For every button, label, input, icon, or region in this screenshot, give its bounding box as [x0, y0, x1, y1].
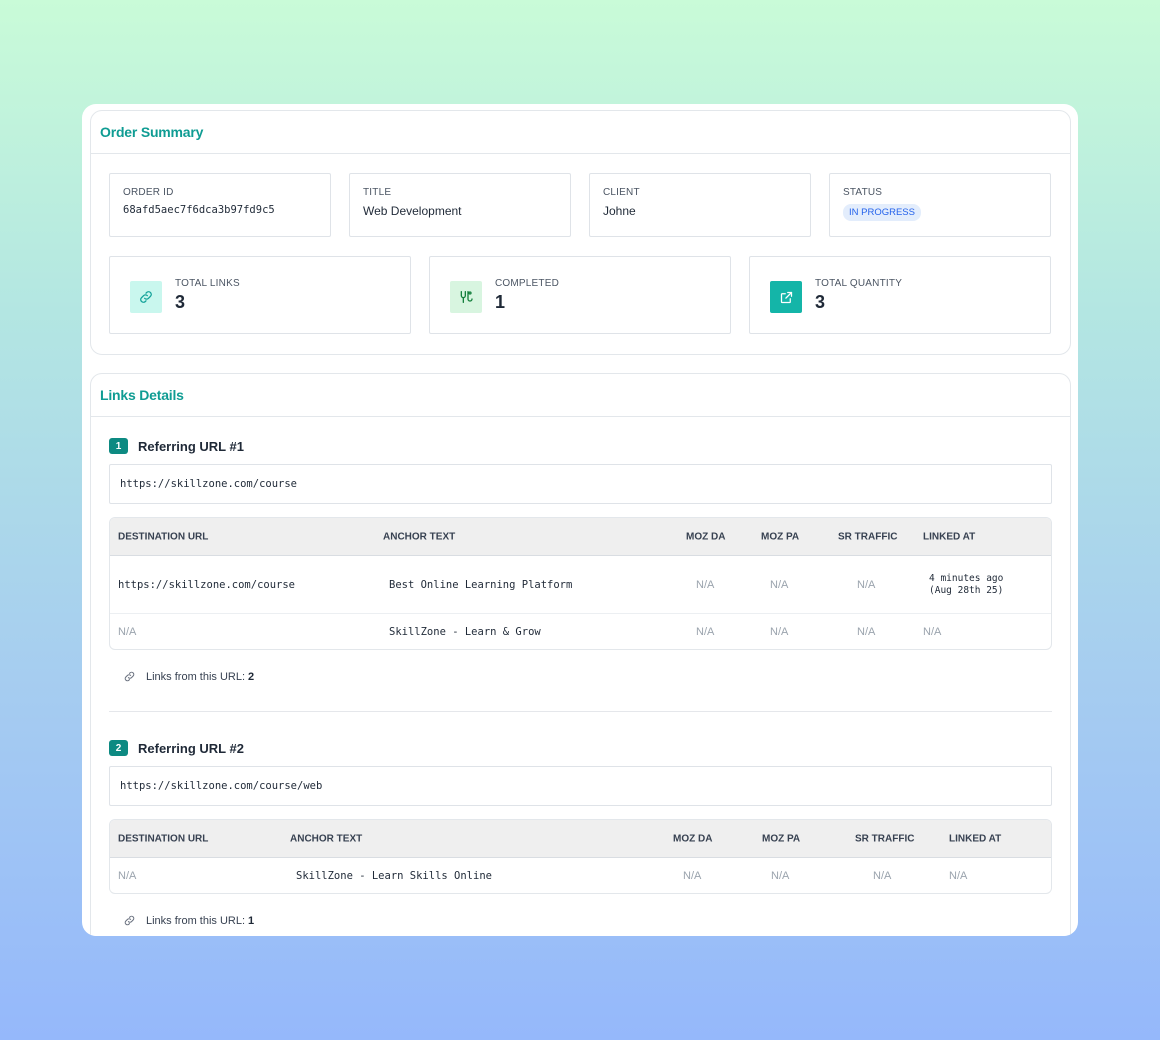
sr-traffic-cell: N/A: [857, 625, 876, 638]
linked-at-cell: 4 minutes ago (Aug 28th 25): [929, 573, 1003, 597]
link-icon: [130, 281, 162, 313]
referring-url-title: Referring URL #2: [138, 740, 244, 756]
referring-number-badge: 2: [109, 740, 128, 756]
col-sr-traffic: SR TRAFFIC: [855, 833, 915, 844]
links-from-count: 1: [248, 914, 255, 927]
col-anchor-text: ANCHOR TEXT: [383, 531, 456, 542]
total-links-label: TOTAL LINKS: [175, 278, 240, 289]
destination-url-cell: N/A: [118, 869, 137, 882]
order-id-label: ORDER ID: [123, 187, 174, 198]
order-page: Order Summary ORDER ID 68afd5aec7f6dca3b…: [82, 104, 1078, 936]
external-link-icon: [770, 281, 802, 313]
client-label: CLIENT: [603, 187, 640, 198]
referring-url-title: Referring URL #1: [138, 438, 244, 454]
title-value: Web Development: [363, 204, 462, 218]
completed-value: 1: [495, 292, 506, 312]
link-icon: [124, 915, 135, 926]
links-from-url: Links from this URL: 1: [123, 914, 254, 927]
anchor-text-cell: SkillZone - Learn Skills Online: [296, 869, 492, 882]
linked-at-cell: N/A: [949, 869, 968, 882]
col-linked-at: LINKED AT: [949, 833, 1002, 844]
links-from-url: Links from this URL: 2: [123, 670, 254, 683]
total-quantity-value: 3: [815, 292, 826, 312]
table-header: DESTINATION URL ANCHOR TEXT MOZ DA MOZ P…: [110, 518, 1051, 556]
title-box: TITLE Web Development: [349, 173, 571, 237]
referring-url-heading: 1 Referring URL #1: [109, 438, 244, 454]
title-label: TITLE: [363, 187, 392, 198]
status-box: STATUS IN PROGRESS: [829, 173, 1051, 237]
referring-url-heading: 2 Referring URL #2: [109, 740, 244, 756]
sr-traffic-cell: N/A: [857, 578, 876, 591]
links-table: DESTINATION URL ANCHOR TEXT MOZ DA MOZ P…: [109, 517, 1052, 650]
status-label: STATUS: [843, 187, 883, 198]
destination-url-cell: N/A: [118, 625, 137, 638]
links-details-header: Links Details: [91, 374, 1070, 417]
links-details-card: Links Details 1 Referring URL #1 https:/…: [90, 373, 1071, 936]
link-icon: [124, 671, 135, 682]
col-moz-pa: MOZ PA: [762, 833, 801, 844]
col-destination-url: DESTINATION URL: [118, 833, 209, 844]
order-id-box: ORDER ID 68afd5aec7f6dca3b97fd9c5: [109, 173, 331, 237]
anchor-text-cell: Best Online Learning Platform: [389, 578, 573, 591]
table-row: https://skillzone.com/course Best Online…: [110, 556, 1051, 614]
order-summary-header: Order Summary: [91, 111, 1070, 154]
anchor-text-cell: SkillZone - Learn & Grow: [389, 625, 541, 638]
status-badge: IN PROGRESS: [843, 204, 921, 221]
total-quantity-label: TOTAL QUANTITY: [815, 278, 903, 289]
col-moz-da: MOZ DA: [673, 833, 713, 844]
moz-pa-cell: N/A: [770, 625, 789, 638]
referring-number-badge: 1: [109, 438, 128, 454]
linked-at-cell: N/A: [923, 625, 942, 638]
moz-pa-cell: N/A: [771, 869, 790, 882]
col-sr-traffic: SR TRAFFIC: [838, 531, 898, 542]
links-details-title: Links Details: [100, 387, 184, 403]
linked-at-date: (Aug 28th 25): [929, 584, 1004, 596]
linked-at-relative: 4 minutes ago: [929, 572, 1004, 584]
table-header: DESTINATION URL ANCHOR TEXT MOZ DA MOZ P…: [110, 820, 1051, 858]
referring-url-field[interactable]: https://skillzone.com/course/web: [109, 766, 1052, 806]
links-from-count: 2: [248, 670, 255, 683]
client-box: CLIENT Johne: [589, 173, 811, 237]
destination-url-cell[interactable]: https://skillzone.com/course: [118, 579, 295, 591]
col-destination-url: DESTINATION URL: [118, 531, 209, 542]
moz-da-cell: N/A: [696, 625, 715, 638]
moz-pa-cell: N/A: [770, 578, 789, 591]
moz-da-cell: N/A: [683, 869, 702, 882]
total-links-stat: TOTAL LINKS 3: [109, 256, 411, 334]
total-links-value: 3: [175, 292, 186, 312]
links-from-label: Links from this URL:: [146, 914, 246, 927]
col-moz-pa: MOZ PA: [761, 531, 800, 542]
completed-stat: COMPLETED 1: [429, 256, 731, 334]
col-linked-at: LINKED AT: [923, 531, 976, 542]
order-id-value: 68afd5aec7f6dca3b97fd9c5: [123, 204, 275, 216]
sr-traffic-cell: N/A: [873, 869, 892, 882]
referring-url-field[interactable]: https://skillzone.com/course: [109, 464, 1052, 504]
group-divider: [109, 711, 1052, 712]
table-row: N/A SkillZone - Learn & Grow N/A N/A N/A…: [110, 614, 1051, 649]
order-summary-card: Order Summary ORDER ID 68afd5aec7f6dca3b…: [90, 110, 1071, 355]
links-table: DESTINATION URL ANCHOR TEXT MOZ DA MOZ P…: [109, 819, 1052, 894]
col-moz-da: MOZ DA: [686, 531, 726, 542]
table-row: N/A SkillZone - Learn Skills Online N/A …: [110, 858, 1051, 893]
route-icon: [450, 281, 482, 313]
col-anchor-text: ANCHOR TEXT: [290, 833, 363, 844]
completed-label: COMPLETED: [495, 278, 560, 289]
total-quantity-stat: TOTAL QUANTITY 3: [749, 256, 1051, 334]
order-summary-title: Order Summary: [100, 124, 204, 140]
client-value: Johne: [603, 204, 636, 218]
moz-da-cell: N/A: [696, 578, 715, 591]
links-from-label: Links from this URL:: [146, 670, 246, 683]
